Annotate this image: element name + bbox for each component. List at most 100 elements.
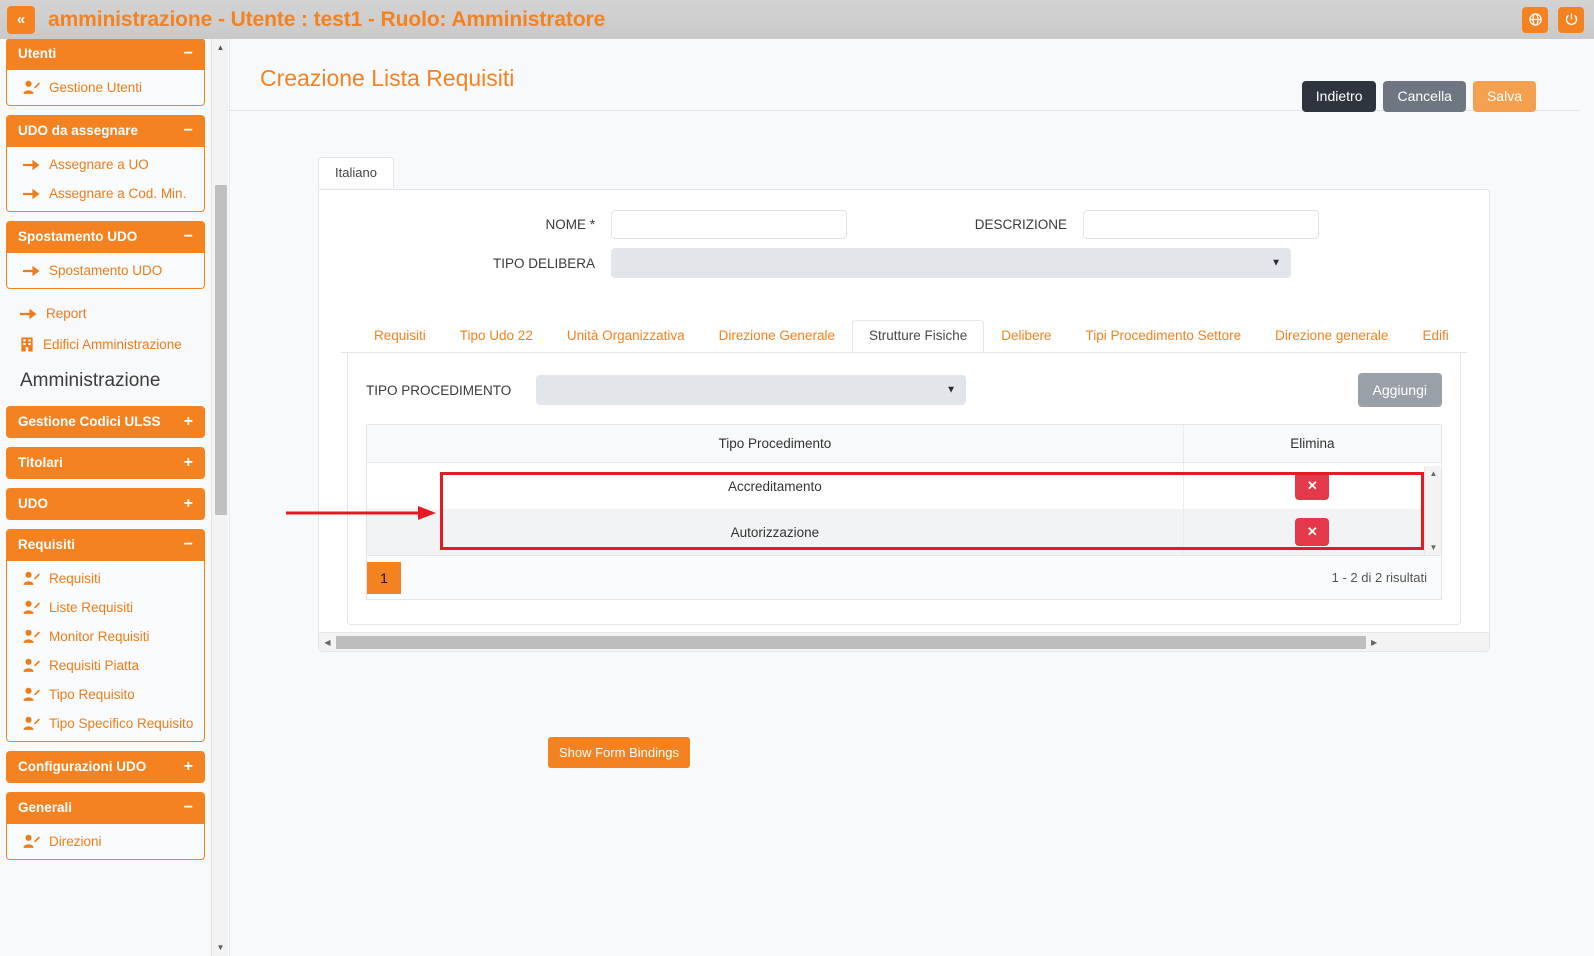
tab-italiano[interactable]: Italiano bbox=[318, 157, 394, 188]
sidebar-group-header-requisiti[interactable]: Requisiti − bbox=[6, 529, 205, 561]
table-row[interactable]: Accreditamento ✕ bbox=[367, 462, 1441, 509]
form-row-tipo-delibera: TIPO DELIBERA ▼ bbox=[341, 248, 1467, 278]
card-horizontal-scrollbar[interactable]: ◀ ▶ bbox=[319, 632, 1489, 651]
page-number-1[interactable]: 1 bbox=[367, 561, 401, 594]
sidebar-group-label: Gestione Codici ULSS bbox=[18, 414, 161, 430]
tab-direzione-generale[interactable]: Direzione Generale bbox=[702, 320, 852, 352]
sidebar-group-header-titolari[interactable]: Titolari + bbox=[6, 447, 205, 479]
sidebar-link-label: Edifici Amministrazione bbox=[43, 337, 182, 352]
sidebar-group: Utenti − Gestione Utenti bbox=[6, 39, 205, 106]
language-card-body: NOME * DESCRIZIONE TIPO DELIBERA ▼ Requi… bbox=[318, 189, 1490, 652]
sidebar-item-requisiti-piatta[interactable]: Requisiti Piatta bbox=[7, 651, 204, 680]
sidebar-group-body: Gestione Utenti bbox=[6, 70, 205, 106]
sidebar-item-spostamento-udo[interactable]: Spostamento UDO bbox=[7, 256, 204, 285]
tipo-delibera-select[interactable]: ▼ bbox=[611, 248, 1291, 278]
minus-icon: − bbox=[183, 122, 193, 139]
tab-direzione-generale[interactable]: Direzione generale bbox=[1258, 320, 1405, 352]
sidebar-item-assegnare-a-cod-min-[interactable]: Assegnare a Cod. Min. bbox=[7, 179, 204, 208]
show-form-bindings-button[interactable]: Show Form Bindings bbox=[548, 737, 690, 768]
grid-scroll-up-icon[interactable]: ▲ bbox=[1425, 466, 1442, 481]
scroll-up-icon[interactable]: ▲ bbox=[212, 39, 229, 56]
sidebar-collapse-button[interactable]: « bbox=[7, 5, 35, 34]
plus-icon: + bbox=[183, 413, 193, 430]
sidebar-link-edifici-amministrazione[interactable]: Edifici Amministrazione bbox=[6, 329, 205, 360]
sidebar-item-label: Direzioni bbox=[49, 834, 102, 849]
descrizione-input[interactable] bbox=[1083, 210, 1319, 239]
sidebar-group-label: UDO da assegnare bbox=[18, 123, 139, 139]
grid-vertical-scrollbar[interactable]: ▲ ▼ bbox=[1424, 466, 1441, 555]
delete-row-button[interactable]: ✕ bbox=[1295, 472, 1330, 500]
table-row[interactable]: Autorizzazione ✕ bbox=[367, 509, 1441, 555]
tab-unit-organizzativa[interactable]: Unità Organizzativa bbox=[550, 320, 702, 352]
minus-icon: − bbox=[183, 45, 193, 62]
main-content: Creazione Lista Requisiti Indietro Cance… bbox=[229, 39, 1594, 956]
delete-row-button[interactable]: ✕ bbox=[1295, 518, 1330, 546]
sidebar-section-title: Amministrazione bbox=[20, 370, 161, 391]
app-title: amministrazione - Utente : test1 - Ruolo… bbox=[48, 7, 606, 31]
sidebar-item-tipo-requisito[interactable]: Tipo Requisito bbox=[7, 680, 204, 709]
sidebar-group-header-spostamento-udo[interactable]: Spostamento UDO − bbox=[6, 221, 205, 253]
chevron-down-icon: ▼ bbox=[946, 384, 956, 396]
sidebar-item-label: Assegnare a Cod. Min. bbox=[49, 186, 187, 201]
user-edit-icon bbox=[23, 658, 40, 672]
sidebar-item-monitor-requisiti[interactable]: Monitor Requisiti bbox=[7, 622, 204, 651]
sidebar-group: Requisiti − Requisiti Liste Requisiti Monito… bbox=[6, 529, 205, 742]
form-row-nome: NOME * DESCRIZIONE bbox=[341, 210, 1467, 239]
aggiungi-button[interactable]: Aggiungi bbox=[1357, 373, 1442, 407]
user-edit-icon bbox=[23, 629, 40, 643]
sidebar-item-assegnare-a-uo[interactable]: Assegnare a UO bbox=[7, 150, 204, 179]
globe-icon[interactable] bbox=[1522, 6, 1548, 33]
table-body: Accreditamento ✕ Autorizzazione ✕ bbox=[367, 462, 1441, 555]
sidebar-group-header-udo-da-assegnare[interactable]: UDO da assegnare − bbox=[6, 115, 205, 147]
sidebar-group: UDO + bbox=[6, 488, 205, 520]
sidebar-group-header-generali[interactable]: Generali − bbox=[6, 792, 205, 824]
sidebar-scrollbar[interactable]: ▲ ▼ bbox=[211, 39, 228, 956]
procedimenti-grid: Tipo Procedimento Elimina Accreditamento… bbox=[366, 424, 1442, 556]
grid-scroll-down-icon[interactable]: ▼ bbox=[1425, 540, 1442, 555]
tab-requisiti[interactable]: Requisiti bbox=[357, 320, 443, 352]
salva-button[interactable]: Salva bbox=[1472, 81, 1536, 113]
user-edit-icon bbox=[23, 687, 40, 701]
sidebar-group-label: Generali bbox=[18, 800, 73, 816]
sidebar-group-header-gestione-codici-ulss[interactable]: Gestione Codici ULSS + bbox=[6, 406, 205, 438]
sidebar-item-tipo-specifico-requisito[interactable]: Tipo Specifico Requisito bbox=[7, 709, 204, 738]
sidebar-link-report[interactable]: Report bbox=[6, 298, 205, 329]
hscroll-left-icon[interactable]: ◀ bbox=[319, 638, 336, 647]
tab-tipo-udo-22[interactable]: Tipo Udo 22 bbox=[443, 320, 550, 352]
tab-tipi-procedimento-settore[interactable]: Tipi Procedimento Settore bbox=[1069, 320, 1259, 352]
tab-strutture-fisiche[interactable]: Strutture Fisiche bbox=[851, 320, 985, 352]
minus-icon: − bbox=[183, 228, 193, 245]
user-edit-icon bbox=[23, 571, 40, 585]
hscroll-thumb[interactable] bbox=[336, 635, 1366, 649]
hscroll-right-icon[interactable]: ▶ bbox=[1366, 638, 1383, 647]
cell-elimina: ✕ bbox=[1183, 509, 1441, 555]
procedimenti-table: Tipo Procedimento Elimina Accreditamento… bbox=[367, 425, 1441, 555]
cancella-button[interactable]: Cancella bbox=[1383, 81, 1466, 113]
tab-delibere[interactable]: Delibere bbox=[984, 320, 1068, 352]
table-header-row: Tipo Procedimento Elimina bbox=[367, 425, 1441, 463]
app-header: « amministrazione - Utente : test1 - Ruo… bbox=[0, 0, 1594, 39]
sidebar-group: Generali − Direzioni bbox=[6, 792, 205, 860]
sidebar-item-direzioni[interactable]: Direzioni bbox=[7, 827, 204, 856]
sidebar-group-header-configurazioni-udo[interactable]: Configurazioni UDO + bbox=[6, 751, 205, 783]
language-card: Italiano NOME * DESCRIZIONE TIPO DELIBER… bbox=[318, 157, 1490, 652]
arrow-right-icon bbox=[23, 188, 40, 199]
sidebar-item-gestione-utenti[interactable]: Gestione Utenti bbox=[7, 73, 204, 102]
scroll-down-icon[interactable]: ▼ bbox=[212, 939, 229, 956]
minus-icon: − bbox=[183, 799, 193, 816]
sidebar-item-label: Requisiti Piatta bbox=[49, 658, 140, 673]
sidebar-item-liste-requisiti[interactable]: Liste Requisiti bbox=[7, 593, 204, 622]
sidebar-scroll-thumb[interactable] bbox=[215, 185, 227, 515]
tipo-procedimento-select[interactable]: ▼ bbox=[536, 375, 966, 405]
sidebar-group-label: Requisiti bbox=[18, 537, 76, 553]
tab-edifi[interactable]: Edifi bbox=[1405, 320, 1465, 352]
sidebar-group: UDO da assegnare − Assegnare a UO Assegnare… bbox=[6, 115, 205, 212]
sidebar-group-header-utenti[interactable]: Utenti − bbox=[6, 39, 205, 70]
power-icon[interactable] bbox=[1558, 6, 1584, 33]
sidebar-group-header-udo[interactable]: UDO + bbox=[6, 488, 205, 520]
pagination-bar: 1 1 - 2 di 2 risultati bbox=[366, 556, 1442, 600]
indietro-button[interactable]: Indietro bbox=[1301, 81, 1377, 113]
sidebar-item-label: Assegnare a UO bbox=[49, 157, 149, 172]
nome-input[interactable] bbox=[611, 210, 847, 239]
sidebar-item-requisiti[interactable]: Requisiti bbox=[7, 564, 204, 593]
